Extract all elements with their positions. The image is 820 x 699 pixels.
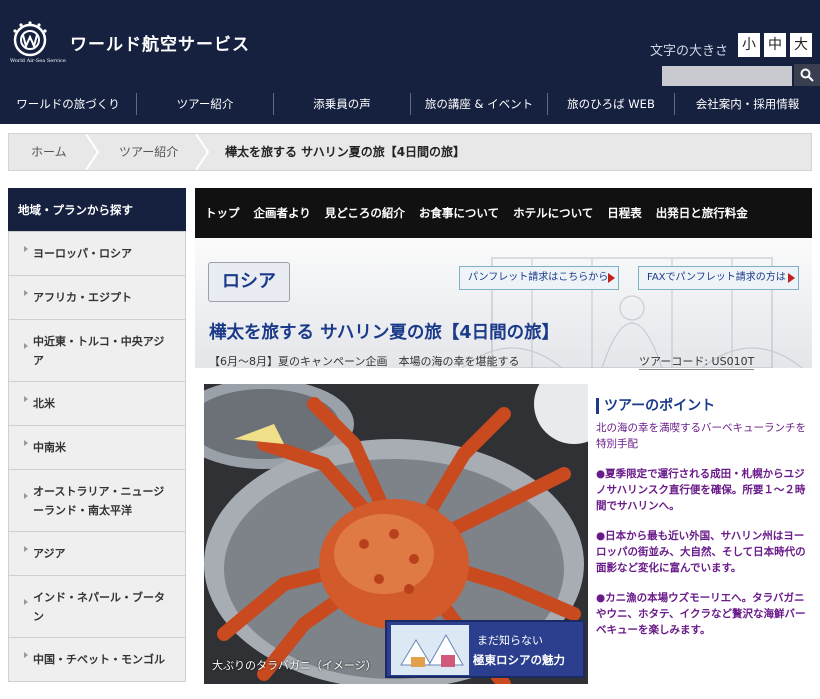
sidebar-title: 地域・プランから探す bbox=[8, 188, 186, 232]
sidebar-item-asia[interactable]: アジア bbox=[8, 532, 186, 576]
point-item: ●夏季限定で運行される成田・札幌からユジノサハリンスク直行便を確保。所要１〜２時… bbox=[596, 468, 806, 512]
badge-line1: まだ知らない bbox=[477, 634, 543, 647]
gnav-item-events[interactable]: 旅の講座 & イベント bbox=[411, 93, 548, 115]
tab-dates-prices[interactable]: 出発日と旅行料金 bbox=[656, 205, 748, 221]
badge-line2: 極東ロシアの魅力 bbox=[473, 653, 565, 667]
tour-subtitle: 【6月〜8月】夏のキャンペーン企画 本場の海の幸を堪能する bbox=[209, 355, 520, 368]
points-lead: 北の海の幸を満喫するバーベキューランチを特別手配 bbox=[596, 422, 806, 450]
logo-emblem-icon bbox=[13, 21, 47, 57]
site-header: ワールド航空サービス World Air-Sea Service 文字の大きさ … bbox=[0, 0, 820, 124]
snow-village-icon bbox=[391, 625, 469, 675]
region-sidebar: 地域・プランから探す ヨーロッパ・ロシア アフリカ・エジプト 中近東・トルコ・中… bbox=[8, 188, 186, 682]
sidebar-item-latin-america[interactable]: 中南米 bbox=[8, 426, 186, 470]
point-item: ●カニ漁の本場ウズモーリエへ。タラバガニやウニ、ホタテ、イクラなど贅沢な海鮮バー… bbox=[596, 592, 806, 636]
breadcrumb-current: 樺太を旅する サハリン夏の旅【4日間の旅】 bbox=[225, 145, 466, 159]
font-size-medium-button[interactable]: 中 bbox=[764, 33, 786, 57]
breadcrumb: ホーム ツアー紹介 樺太を旅する サハリン夏の旅【4日間の旅】 bbox=[8, 133, 812, 171]
sidebar-item-africa-egypt[interactable]: アフリカ・エジプト bbox=[8, 276, 186, 320]
sidebar-item-north-america[interactable]: 北米 bbox=[8, 382, 186, 426]
gnav-item-tour-leaders[interactable]: 添乗員の声 bbox=[274, 93, 411, 115]
gnav-item-tours[interactable]: ツアー紹介 bbox=[137, 93, 274, 115]
pamphlet-request-label: パンフレット請求はこちらから bbox=[468, 272, 609, 283]
font-size-label: 文字の大きさ bbox=[650, 44, 729, 59]
fax-pamphlet-label: FAXでパンフレット請求の方は bbox=[647, 272, 786, 283]
breadcrumb-tours[interactable]: ツアー紹介 bbox=[119, 134, 178, 170]
point-item: ●日本から最も近い外国、サハリン州はヨーロッパの街並み、大自然、そして日本時代の… bbox=[596, 530, 806, 574]
search-icon bbox=[800, 68, 814, 82]
arrow-right-icon bbox=[608, 273, 615, 283]
sidebar-item-europe-russia[interactable]: ヨーロッパ・ロシア bbox=[8, 232, 186, 276]
region-tag: ロシア bbox=[208, 262, 290, 302]
gnav-item-tabizukuri[interactable]: ワールドの旅づくり bbox=[0, 93, 137, 115]
sidebar-item-china-mongolia[interactable]: 中国・チベット・モンゴル bbox=[8, 638, 186, 682]
sidebar-item-middle-east[interactable]: 中近東・トルコ・中央アジア bbox=[8, 320, 186, 382]
global-nav: ワールドの旅づくり ツアー紹介 添乗員の声 旅の講座 & イベント 旅のひろば … bbox=[0, 93, 820, 115]
font-size-large-button[interactable]: 大 bbox=[790, 33, 812, 57]
breadcrumb-chevron-icon bbox=[85, 134, 99, 170]
tour-hero bbox=[195, 238, 812, 368]
font-size-small-button[interactable]: 小 bbox=[738, 33, 760, 57]
tab-hotels[interactable]: ホテルについて bbox=[513, 205, 593, 221]
logo-text: ワールド航空サービス bbox=[70, 35, 250, 55]
tab-top[interactable]: トップ bbox=[205, 205, 240, 221]
sidebar-item-oceania[interactable]: オーストラリア・ニュージーランド・南太平洋 bbox=[8, 470, 186, 532]
arrow-right-icon bbox=[788, 273, 795, 283]
search-button[interactable] bbox=[794, 64, 820, 86]
tour-subnav: トップ 企画者より 見どころの紹介 お食事について ホテルについて 日程表 出発… bbox=[195, 188, 812, 238]
fax-pamphlet-button[interactable]: FAXでパンフレット請求の方は bbox=[638, 266, 799, 290]
crab-photo: 大ぶりのタラバガニ（イメージ） まだ知らない 極東ロシアの魅力 bbox=[204, 384, 588, 684]
photo-caption: 大ぶりのタラバガニ（イメージ） bbox=[212, 659, 377, 672]
tour-points: ツアーのポイント 北の海の幸を満喫するバーベキューランチを特別手配 ●夏季限定で… bbox=[596, 398, 806, 638]
tab-meals[interactable]: お食事について bbox=[419, 205, 499, 221]
far-east-russia-badge[interactable]: まだ知らない 極東ロシアの魅力 bbox=[385, 620, 585, 678]
sidebar-item-india-nepal[interactable]: インド・ネパール・ブータン bbox=[8, 576, 186, 638]
tab-planner[interactable]: 企画者より bbox=[254, 205, 311, 221]
points-title: ツアーのポイント bbox=[596, 398, 806, 414]
tour-code: ツアーコード: US010T bbox=[639, 355, 755, 370]
tour-main: トップ 企画者より 見どころの紹介 お食事について ホテルについて 日程表 出発… bbox=[195, 188, 812, 699]
tab-highlights[interactable]: 見どころの紹介 bbox=[325, 205, 405, 221]
gnav-item-hiroba[interactable]: 旅のひろば WEB bbox=[548, 93, 675, 115]
breadcrumb-chevron-icon bbox=[195, 134, 209, 170]
gnav-item-company[interactable]: 会社案内・採用情報 bbox=[675, 93, 820, 115]
fountain-illustration bbox=[461, 257, 803, 368]
logo-subtext: World Air-Sea Service bbox=[10, 58, 66, 64]
pamphlet-request-button[interactable]: パンフレット請求はこちらから bbox=[459, 266, 619, 290]
breadcrumb-home[interactable]: ホーム bbox=[31, 134, 67, 170]
search-input[interactable] bbox=[662, 66, 792, 86]
tab-itinerary[interactable]: 日程表 bbox=[607, 205, 642, 221]
tour-title: 樺太を旅する サハリン夏の旅【4日間の旅】 bbox=[209, 323, 560, 343]
font-size-switcher: 文字の大きさ 小 中 大 bbox=[650, 33, 820, 59]
site-logo[interactable]: ワールド航空サービス World Air-Sea Service bbox=[10, 18, 250, 68]
